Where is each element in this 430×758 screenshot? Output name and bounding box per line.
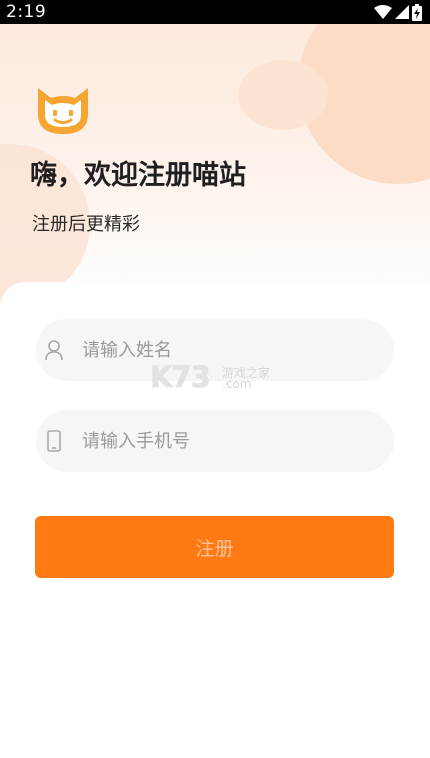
battery-charging-icon [412,3,422,21]
phone-icon [47,430,61,452]
decor-circle-small [238,60,328,130]
page-subtitle: 注册后更精彩 [32,214,140,235]
wifi-icon [374,5,392,19]
cat-face-logo-icon [38,88,88,134]
register-button[interactable]: 注册 [35,516,394,578]
status-icons [374,2,422,22]
phone-input[interactable] [82,410,382,472]
status-time: 2:19 [6,2,47,22]
status-bar: 2:19 [0,0,430,24]
user-icon [45,340,63,361]
signal-icon [395,5,409,19]
page-title: 嗨，欢迎注册喵站 [30,160,246,191]
name-input[interactable] [82,319,382,381]
name-field[interactable] [36,319,394,381]
phone-field[interactable] [36,410,394,472]
